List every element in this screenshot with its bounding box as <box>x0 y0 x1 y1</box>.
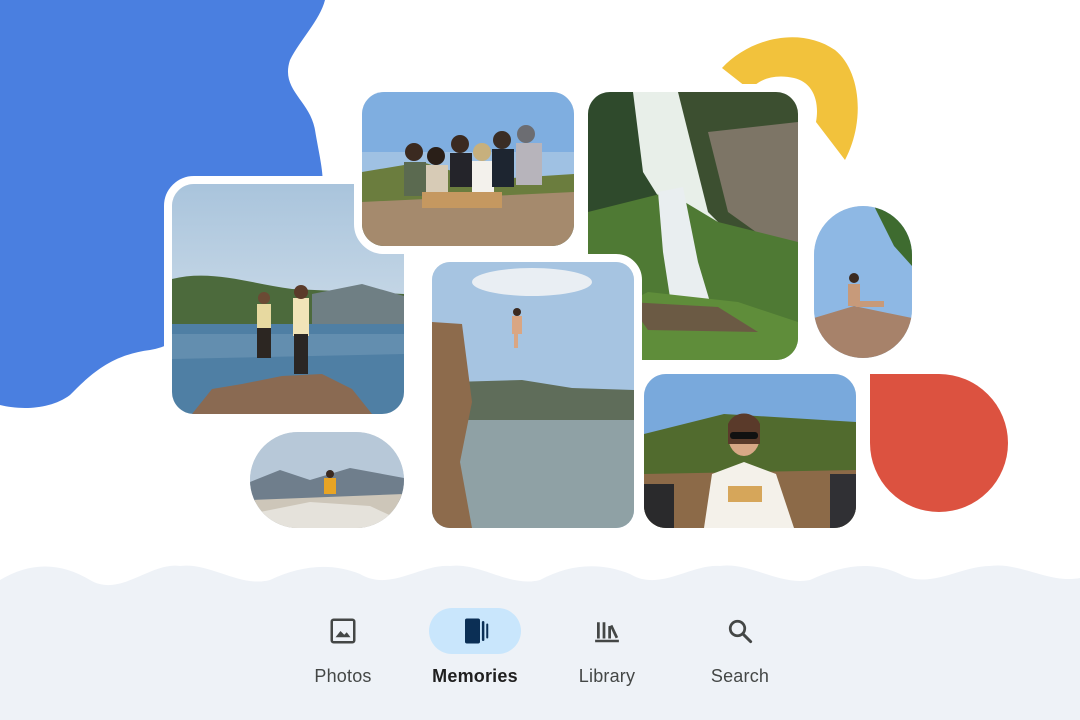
memory-photo-cliff-jump[interactable] <box>424 254 642 536</box>
search-icon <box>728 619 753 644</box>
memories-icon <box>465 618 489 644</box>
memory-photo-mountain-overlook[interactable] <box>242 424 412 536</box>
nav-label-memories: Memories <box>432 666 518 686</box>
nav-icon-container <box>694 608 786 654</box>
nav-item-search[interactable]: Search <box>680 608 800 694</box>
memories-promo-stage: Photos Memories Library Search <box>0 0 1080 720</box>
nav-label-photos: Photos <box>314 666 372 686</box>
library-icon <box>595 622 619 643</box>
nav-item-library[interactable]: Library <box>547 608 667 694</box>
bottom-navigation-bar: Photos Memories Library Search <box>0 590 1080 720</box>
red-drop-decoration <box>870 374 1008 512</box>
nav-icon-container <box>561 608 653 654</box>
memory-photo-sitting-person[interactable] <box>806 198 920 366</box>
nav-item-photos[interactable]: Photos <box>283 608 403 694</box>
nav-label-search: Search <box>710 666 770 686</box>
memory-photo-friends-group[interactable] <box>354 84 582 254</box>
memory-photo-portrait-sunglasses[interactable] <box>636 366 864 536</box>
nav-item-memories[interactable]: Memories <box>415 608 535 694</box>
photo-icon <box>330 618 356 644</box>
nav-label-library: Library <box>578 666 636 686</box>
nav-icon-container <box>297 608 389 654</box>
nav-icon-container <box>429 608 521 654</box>
